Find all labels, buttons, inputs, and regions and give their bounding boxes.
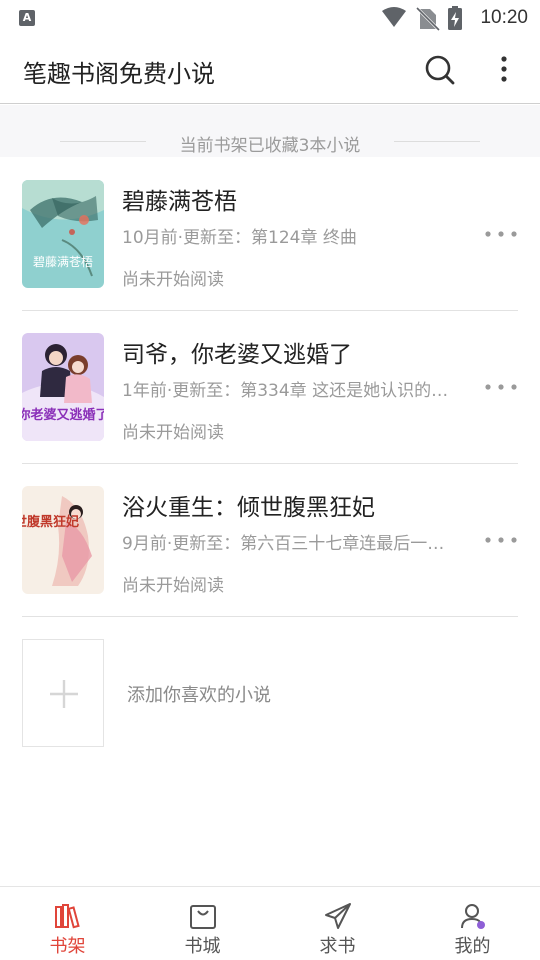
book-update-info: 1年前·更新至：第334章 这还是她认识的… — [122, 381, 449, 401]
book-cover-title: 你老婆又逃婚了 — [22, 407, 104, 423]
book-options-button[interactable] — [484, 224, 518, 244]
user-icon — [461, 904, 485, 929]
more-horizontal-icon — [485, 231, 517, 237]
shelf-count-text: 当前书架已收藏3本小说 — [179, 136, 361, 156]
nav-tab-profile[interactable]: 我的 — [405, 887, 540, 960]
book-title: 司爷，你老婆又逃婚了 — [122, 342, 352, 368]
plus-icon — [50, 680, 78, 708]
book-reading-progress: 尚未开始阅读 — [122, 270, 224, 290]
divider — [22, 616, 518, 617]
overflow-menu-button[interactable] — [490, 52, 518, 88]
bookshelf-icon — [55, 904, 80, 929]
notification-icon: A — [19, 10, 35, 26]
book-options-button[interactable] — [484, 530, 518, 550]
book-title: 浴火重生：倾世腹黑狂妃 — [122, 495, 375, 521]
book-cover-image: 你老婆又逃婚了 — [22, 333, 104, 441]
book-reading-progress: 尚未开始阅读 — [122, 423, 224, 443]
add-book-label[interactable]: 添加你喜欢的小说 — [127, 681, 271, 707]
nav-label: 我的 — [454, 936, 491, 957]
shelf-summary-banner: 当前书架已收藏3本小说 — [0, 105, 540, 157]
book-cover-title: 倾世腹黑狂妃 — [22, 514, 79, 530]
nav-label: 书城 — [184, 936, 221, 957]
nav-label: 求书 — [319, 936, 356, 957]
nav-tab-bookstore[interactable]: 书城 — [135, 887, 270, 960]
status-icons — [382, 6, 462, 31]
book-cover-image: 碧藤满苍梧 — [22, 180, 104, 288]
search-button[interactable] — [422, 52, 458, 88]
app-title: 笔趣书阁免费小说 — [23, 60, 215, 88]
add-book-button[interactable] — [22, 639, 104, 747]
nav-tab-bookshelf[interactable]: 书架 — [0, 887, 135, 960]
book-options-button[interactable] — [484, 377, 518, 397]
book-title: 碧藤满苍梧 — [122, 189, 237, 215]
book-cover: 倾世腹黑狂妃 — [22, 486, 104, 594]
battery-icon — [448, 6, 462, 30]
book-list-item[interactable]: 碧藤满苍梧 碧藤满苍梧 10月前·更新至：第124章 终曲 尚未开始阅读 — [0, 157, 540, 311]
book-cover-title: 碧藤满苍梧 — [33, 254, 93, 269]
book-update-info: 10月前·更新至：第124章 终曲 — [122, 228, 357, 248]
book-cover: 你老婆又逃婚了 — [22, 333, 104, 441]
book-list-item[interactable]: 倾世腹黑狂妃 浴火重生：倾世腹黑狂妃 9月前·更新至：第六百三十七章连最后一… … — [0, 463, 540, 617]
app-bar: 笔趣书阁免费小说 — [0, 36, 540, 104]
status-time: 10:20 — [480, 7, 528, 28]
wifi-icon — [382, 7, 406, 27]
book-update-info: 9月前·更新至：第六百三十七章连最后一… — [122, 534, 445, 554]
bottom-navigation: 书架 书城 求书 我的 — [0, 886, 540, 960]
more-horizontal-icon — [485, 537, 517, 543]
more-horizontal-icon — [485, 384, 517, 390]
book-reading-progress: 尚未开始阅读 — [122, 576, 224, 596]
book-list-item[interactable]: 你老婆又逃婚了 司爷，你老婆又逃婚了 1年前·更新至：第334章 这还是她认识的… — [0, 310, 540, 464]
paper-plane-icon — [325, 903, 351, 929]
shopping-bag-icon — [190, 905, 216, 929]
more-vertical-icon — [501, 56, 507, 82]
book-cover: 碧藤满苍梧 — [22, 180, 104, 288]
search-icon — [425, 55, 455, 85]
nav-tab-request-book[interactable]: 求书 — [270, 887, 405, 960]
nav-label: 书架 — [49, 936, 86, 957]
status-bar: A 10:20 — [0, 0, 540, 36]
no-sim-icon — [415, 6, 441, 31]
book-cover-image: 倾世腹黑狂妃 — [22, 486, 104, 594]
